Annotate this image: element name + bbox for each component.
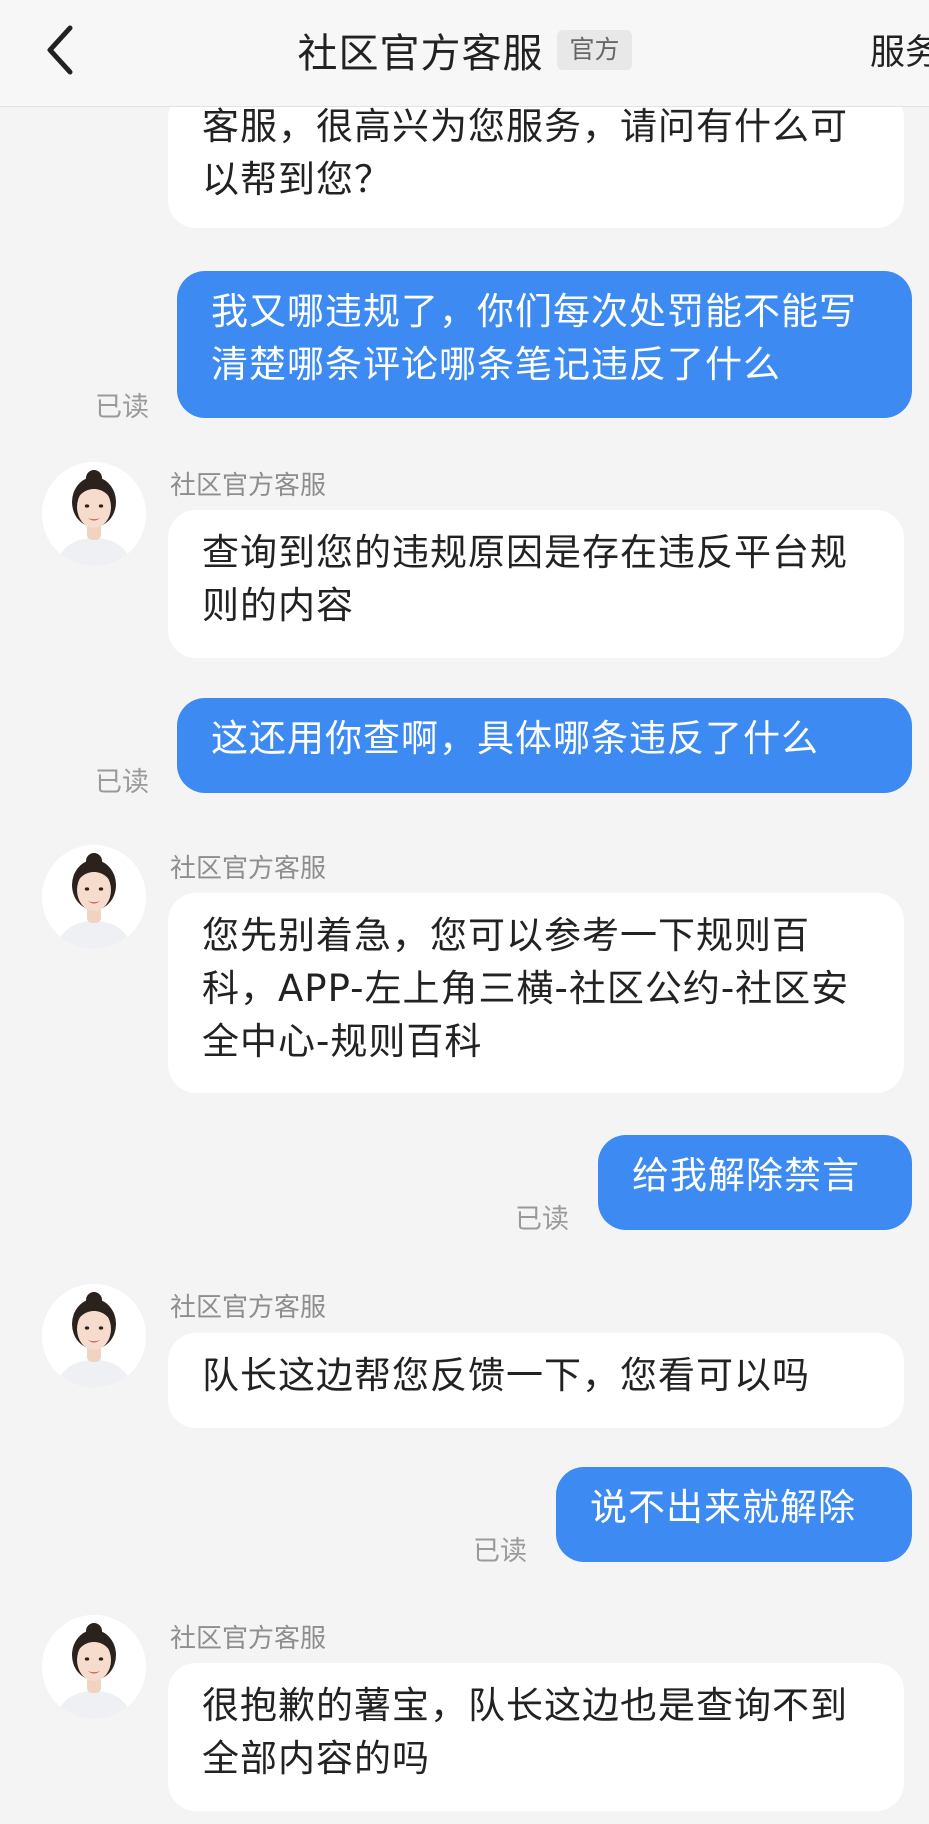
page-title: 社区官方客服 bbox=[297, 31, 544, 77]
message-text: 客服，很高兴为您服务，请问有什么可以帮到您？ bbox=[202, 105, 848, 201]
read-status: 已读 bbox=[95, 392, 149, 423]
agent-avatar[interactable] bbox=[42, 845, 146, 949]
message-bubble-agent[interactable]: 您先别着急，您可以参考一下规则百科，APP-左上角三横-社区公约-社区安全中心-… bbox=[168, 893, 904, 1093]
message-text: 查询到您的违规原因是存在违反平台规则的内容 bbox=[202, 531, 848, 627]
message-text: 我又哪违规了，你们每次处罚能不能写清楚哪条评论哪条笔记违反了什么 bbox=[211, 290, 857, 386]
message-text: 很抱歉的薯宝，队长这边也是查询不到全部内容的吗 bbox=[202, 1684, 848, 1780]
message-bubble-user[interactable]: 我又哪违规了，你们每次处罚能不能写清楚哪条评论哪条笔记违反了什么 bbox=[177, 271, 912, 418]
official-badge: 官方 bbox=[557, 30, 632, 70]
header-title-group: 社区官方客服 官方 bbox=[0, 0, 929, 100]
service-button[interactable]: 服务 bbox=[870, 24, 929, 75]
read-status: 已读 bbox=[473, 1536, 527, 1567]
message-bubble-agent[interactable]: 队长这边帮您反馈一下，您看可以吗 bbox=[168, 1333, 904, 1428]
sender-name: 社区官方客服 bbox=[170, 854, 327, 884]
message-bubble-agent[interactable]: 查询到您的违规原因是存在违反平台规则的内容 bbox=[168, 510, 904, 658]
agent-avatar[interactable] bbox=[42, 462, 146, 566]
message-bubble-user[interactable]: 给我解除禁言 bbox=[598, 1135, 912, 1230]
chat-area[interactable]: 客服，很高兴为您服务，请问有什么可以帮到您？ 已读 我又哪违规了，你们每次处罚能… bbox=[0, 0, 929, 1824]
message-bubble-agent[interactable]: 很抱歉的薯宝，队长这边也是查询不到全部内容的吗 bbox=[168, 1663, 904, 1811]
sender-name: 社区官方客服 bbox=[170, 1293, 327, 1323]
message-text: 这还用你查啊，具体哪条违反了什么 bbox=[211, 717, 819, 760]
message-bubble-user[interactable]: 说不出来就解除 bbox=[556, 1467, 912, 1562]
agent-avatar[interactable] bbox=[42, 1284, 146, 1388]
read-status: 已读 bbox=[95, 767, 149, 798]
message-bubble-agent[interactable]: 客服，很高兴为您服务，请问有什么可以帮到您？ bbox=[168, 90, 904, 228]
message-text: 给我解除禁言 bbox=[632, 1154, 860, 1197]
message-text: 您先别着急，您可以参考一下规则百科，APP-左上角三横-社区公约-社区安全中心-… bbox=[202, 914, 850, 1063]
message-text: 队长这边帮您反馈一下，您看可以吗 bbox=[202, 1354, 810, 1397]
agent-avatar[interactable] bbox=[42, 1615, 146, 1719]
sender-name: 社区官方客服 bbox=[170, 1624, 327, 1654]
sender-name: 社区官方客服 bbox=[170, 471, 327, 501]
message-bubble-user[interactable]: 这还用你查啊，具体哪条违反了什么 bbox=[177, 698, 912, 793]
message-text: 说不出来就解除 bbox=[590, 1486, 856, 1529]
read-status: 已读 bbox=[515, 1204, 569, 1235]
top-nav-bar: 社区官方客服 官方 服务 bbox=[0, 0, 929, 107]
